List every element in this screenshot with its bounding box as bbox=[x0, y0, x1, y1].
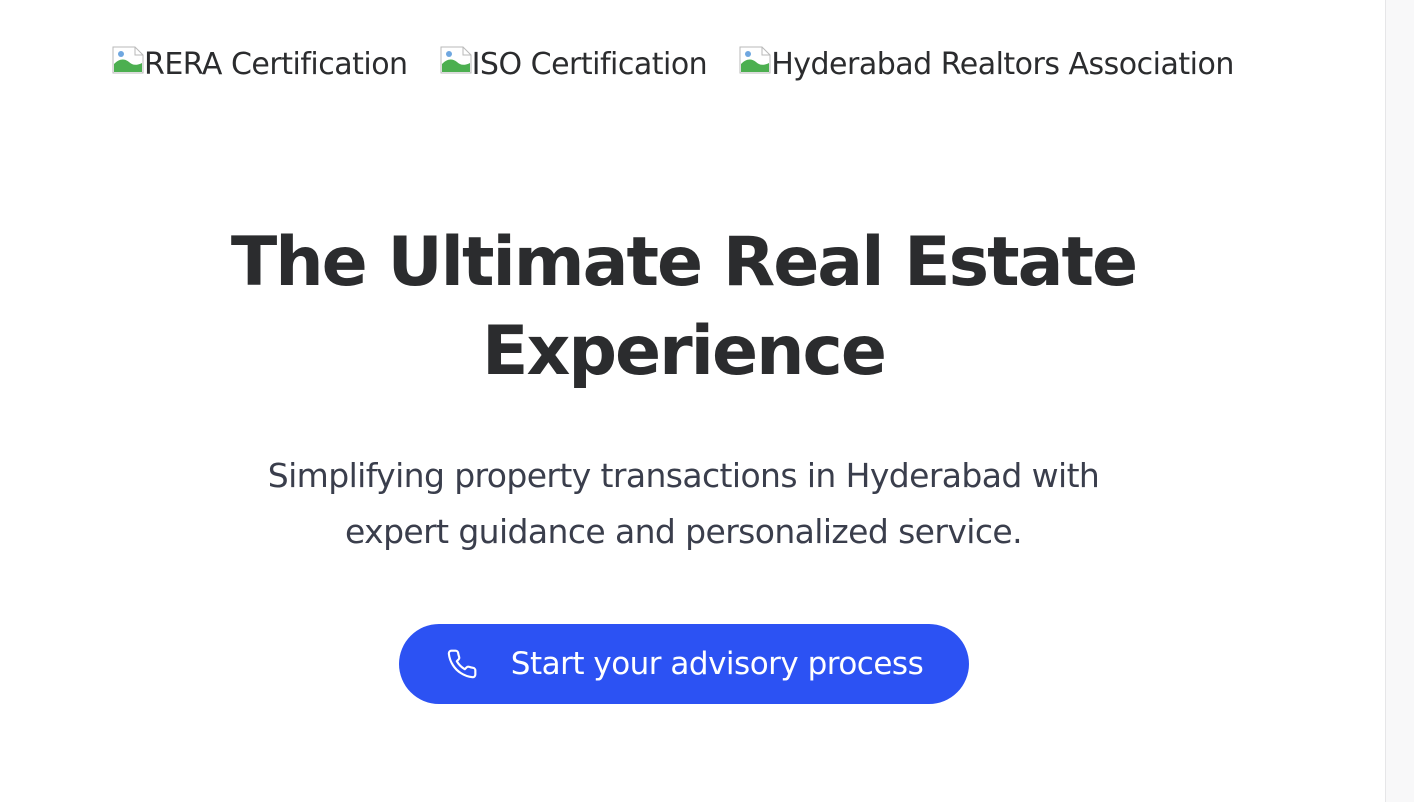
hero-subtitle-line: Simplifying property transactions in Hyd… bbox=[267, 456, 1100, 495]
certification-alt-text: RERA Certification bbox=[144, 47, 408, 82]
start-advisory-button-label: Start your advisory process bbox=[510, 646, 924, 682]
certification-alt-text: ISO Certification bbox=[471, 47, 708, 82]
phone-icon bbox=[445, 647, 479, 681]
hero-title-line: The Ultimate Real Estate bbox=[230, 223, 1138, 302]
certification-alt-text: Hyderabad Realtors Association bbox=[771, 47, 1234, 82]
vertical-scrollbar[interactable] bbox=[1385, 0, 1414, 802]
broken-image-icon bbox=[739, 46, 771, 74]
hero-title-line: Experience bbox=[482, 312, 887, 391]
broken-image-icon bbox=[440, 46, 472, 74]
certification-rera: RERA Certification bbox=[112, 46, 408, 88]
certification-hyderabad-realtors: Hyderabad Realtors Association bbox=[739, 46, 1234, 88]
hero-subtitle-line: expert guidance and personalized service… bbox=[345, 512, 1023, 551]
certification-iso: ISO Certification bbox=[440, 46, 708, 88]
certification-badges: RERA Certification ISO Certification Hyd… bbox=[112, 44, 1234, 90]
hero-subtitle: Simplifying property transactions in Hyd… bbox=[0, 448, 1367, 560]
start-advisory-button[interactable]: Start your advisory process bbox=[399, 624, 969, 704]
broken-image-icon bbox=[112, 46, 144, 74]
hero-title: The Ultimate Real Estate Experience bbox=[0, 218, 1367, 396]
